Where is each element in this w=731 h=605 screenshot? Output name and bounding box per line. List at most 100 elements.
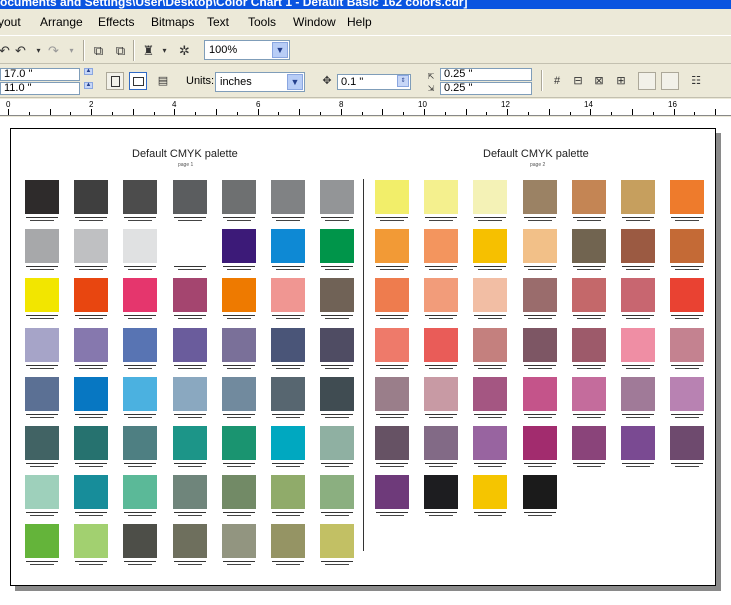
- color-swatch[interactable]: [375, 229, 409, 270]
- color-swatch[interactable]: [621, 328, 655, 369]
- color-swatch[interactable]: [123, 377, 157, 418]
- zoom-combo[interactable]: 100% ▼: [204, 40, 290, 60]
- color-swatch[interactable]: [572, 426, 606, 467]
- color-swatch[interactable]: [375, 328, 409, 369]
- menu-window[interactable]: Window: [293, 15, 336, 29]
- color-swatch[interactable]: [621, 180, 655, 221]
- redo-icon[interactable]: ↷: [45, 42, 62, 59]
- color-swatch[interactable]: [222, 377, 256, 418]
- color-swatch[interactable]: [424, 377, 458, 418]
- color-swatch[interactable]: [473, 426, 507, 467]
- color-swatch[interactable]: [473, 475, 507, 516]
- nudge-spin-icon[interactable]: ⇕: [397, 75, 409, 87]
- color-swatch[interactable]: [74, 229, 108, 270]
- color-swatch[interactable]: [74, 426, 108, 467]
- color-swatch[interactable]: [173, 328, 207, 369]
- color-swatch[interactable]: [173, 278, 207, 319]
- color-swatch[interactable]: [473, 328, 507, 369]
- color-swatch[interactable]: [222, 475, 256, 516]
- color-swatch[interactable]: [320, 475, 354, 516]
- treat-as-filled-button[interactable]: [638, 72, 656, 90]
- color-swatch[interactable]: [320, 328, 354, 369]
- color-swatch[interactable]: [473, 229, 507, 270]
- menu-help[interactable]: Help: [347, 15, 372, 29]
- color-swatch[interactable]: [271, 524, 305, 565]
- height-spin-up-icon[interactable]: ▲: [84, 82, 93, 89]
- color-swatch[interactable]: [222, 278, 256, 319]
- color-swatch[interactable]: [670, 328, 704, 369]
- menu-arrange[interactable]: Arrange: [40, 15, 83, 29]
- color-swatch[interactable]: [271, 229, 305, 270]
- color-swatch[interactable]: [523, 229, 557, 270]
- color-swatch[interactable]: [25, 229, 59, 270]
- drawing-canvas[interactable]: Default CMYK palette page 1 Default CMYK…: [0, 117, 731, 605]
- export-icon[interactable]: ⧉: [112, 42, 129, 59]
- color-swatch[interactable]: [424, 328, 458, 369]
- color-swatch[interactable]: [25, 475, 59, 516]
- color-swatch[interactable]: [621, 278, 655, 319]
- color-swatch[interactable]: [523, 278, 557, 319]
- color-swatch[interactable]: [670, 180, 704, 221]
- color-swatch[interactable]: [74, 180, 108, 221]
- units-combo[interactable]: inches ▼: [215, 72, 305, 92]
- color-swatch[interactable]: [375, 475, 409, 516]
- color-swatch[interactable]: [123, 475, 157, 516]
- color-swatch[interactable]: [123, 524, 157, 565]
- color-swatch[interactable]: [74, 328, 108, 369]
- color-swatch[interactable]: [271, 426, 305, 467]
- color-swatch[interactable]: [222, 328, 256, 369]
- color-swatch[interactable]: [523, 426, 557, 467]
- color-swatch[interactable]: [523, 475, 557, 516]
- color-swatch[interactable]: [572, 180, 606, 221]
- landscape-button[interactable]: [129, 72, 147, 90]
- color-swatch[interactable]: [473, 180, 507, 221]
- draw-selection-button[interactable]: [661, 72, 679, 90]
- menu-tools[interactable]: Tools: [248, 15, 276, 29]
- color-swatch[interactable]: [123, 180, 157, 221]
- color-swatch[interactable]: [621, 229, 655, 270]
- color-swatch[interactable]: [375, 377, 409, 418]
- color-swatch[interactable]: [375, 278, 409, 319]
- color-swatch[interactable]: [222, 524, 256, 565]
- color-swatch[interactable]: [473, 278, 507, 319]
- options-icon[interactable]: ☷: [687, 72, 705, 90]
- color-swatch[interactable]: [320, 229, 354, 270]
- color-swatch[interactable]: [320, 377, 354, 418]
- color-swatch[interactable]: [25, 328, 59, 369]
- color-swatch[interactable]: [173, 180, 207, 221]
- color-swatch[interactable]: [523, 328, 557, 369]
- chevron-down-icon[interactable]: ▼: [272, 42, 288, 58]
- color-swatch[interactable]: [670, 377, 704, 418]
- color-swatch[interactable]: [25, 180, 59, 221]
- color-swatch[interactable]: [375, 180, 409, 221]
- menu-effects[interactable]: Effects: [98, 15, 134, 29]
- color-swatch[interactable]: [25, 524, 59, 565]
- corel-online-icon[interactable]: ✲: [176, 42, 193, 59]
- color-swatch[interactable]: [320, 426, 354, 467]
- color-swatch[interactable]: [173, 229, 207, 270]
- portrait-button[interactable]: [106, 72, 124, 90]
- color-swatch[interactable]: [424, 426, 458, 467]
- color-swatch[interactable]: [424, 278, 458, 319]
- color-swatch[interactable]: [473, 377, 507, 418]
- width-spin-up-icon[interactable]: ▲: [84, 68, 93, 75]
- color-swatch[interactable]: [572, 229, 606, 270]
- color-swatch[interactable]: [375, 426, 409, 467]
- color-swatch[interactable]: [123, 426, 157, 467]
- color-swatch[interactable]: [320, 278, 354, 319]
- import-icon[interactable]: ⧉: [90, 42, 107, 59]
- redo-dropdown-icon[interactable]: ▾: [63, 42, 80, 59]
- color-swatch[interactable]: [271, 377, 305, 418]
- color-swatch[interactable]: [173, 524, 207, 565]
- color-swatch[interactable]: [621, 426, 655, 467]
- color-swatch[interactable]: [670, 278, 704, 319]
- snap-to-objects-icon[interactable]: ⊠: [590, 72, 608, 90]
- page-layout-icon[interactable]: ▤: [154, 72, 172, 90]
- color-swatch[interactable]: [173, 377, 207, 418]
- duplicate-x-field[interactable]: 0.25 ": [440, 68, 532, 81]
- launcher-dropdown-icon[interactable]: ▾: [156, 42, 173, 59]
- color-swatch[interactable]: [173, 426, 207, 467]
- color-swatch[interactable]: [670, 426, 704, 467]
- color-swatch[interactable]: [25, 377, 59, 418]
- color-swatch[interactable]: [271, 278, 305, 319]
